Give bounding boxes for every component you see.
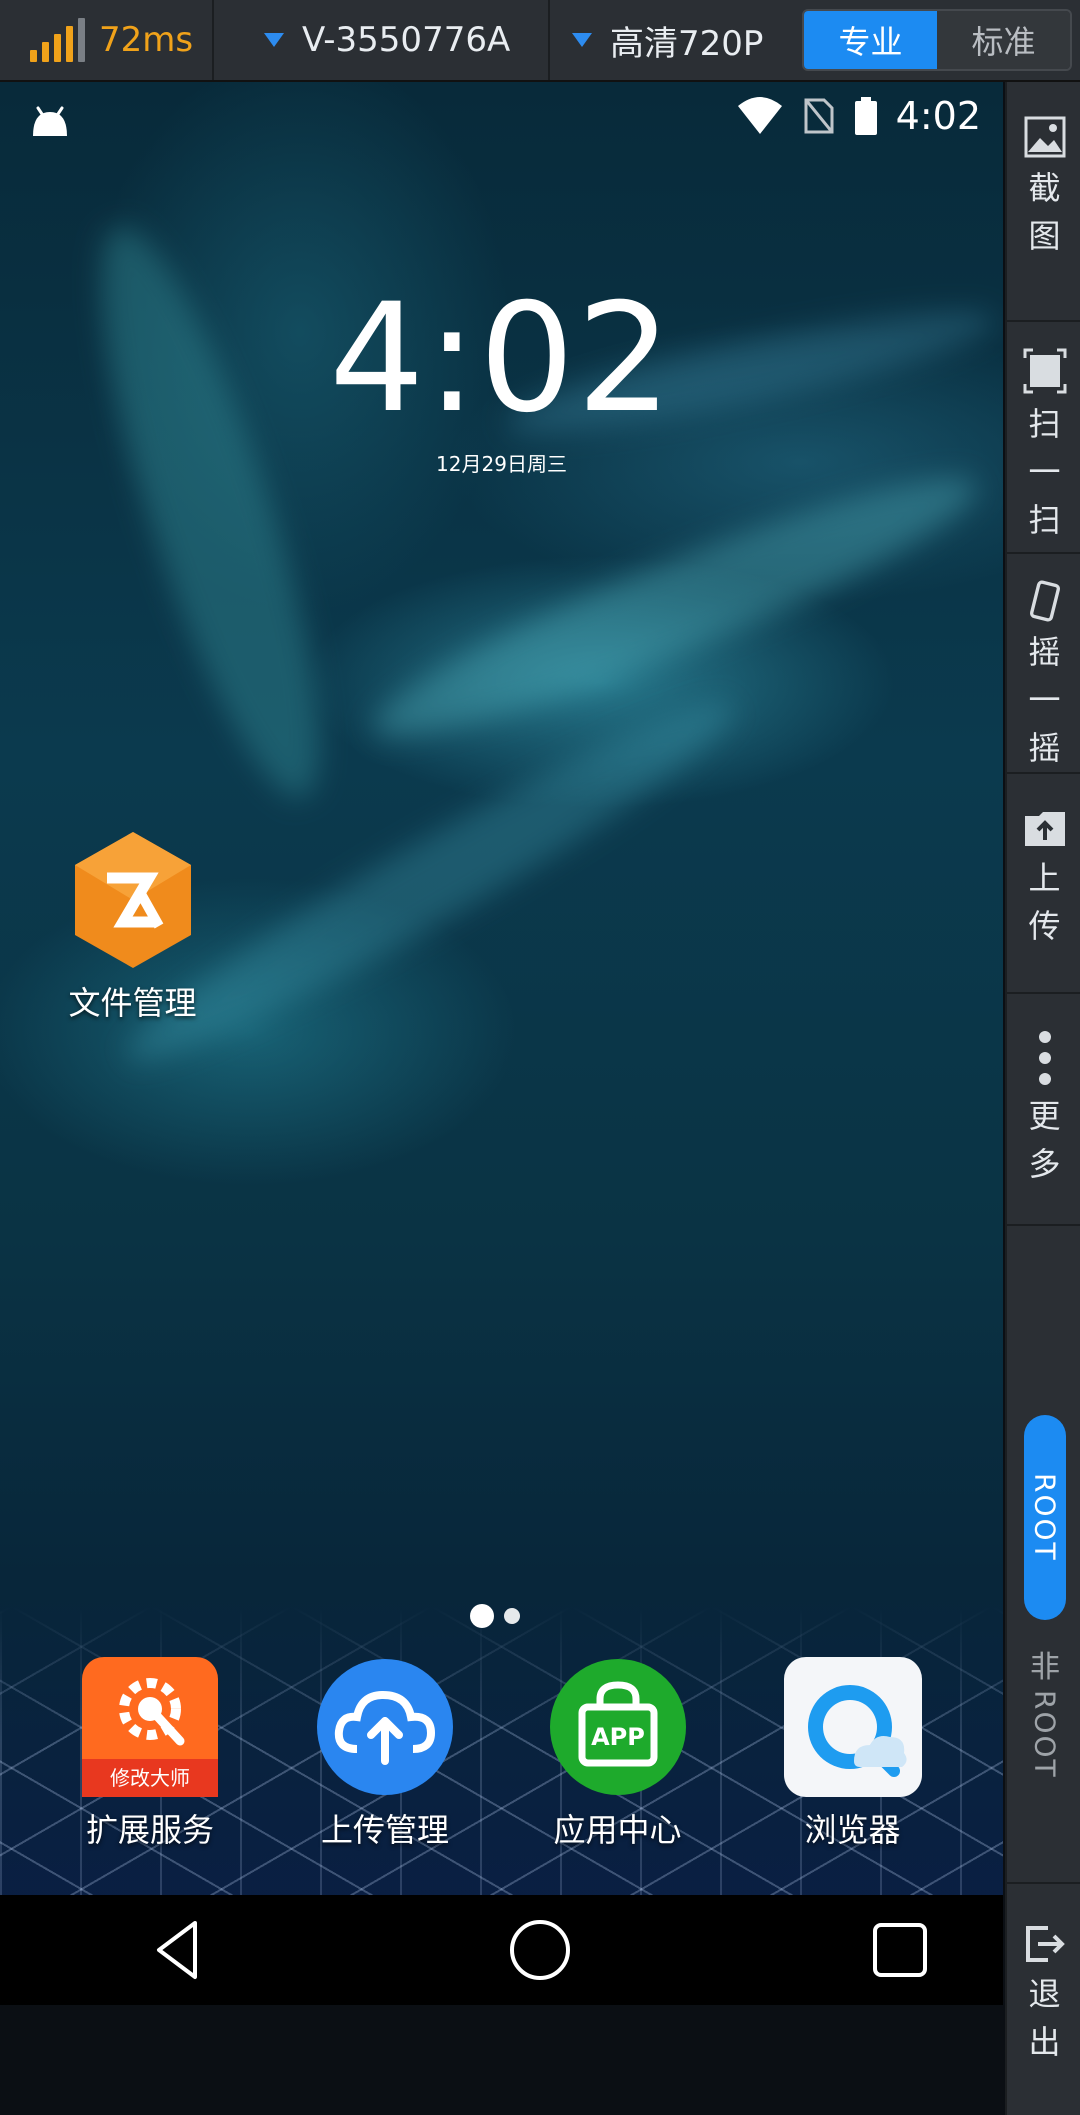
badge-text: 修改大师 [110, 1766, 190, 1790]
recents-icon[interactable] [865, 1915, 935, 1985]
screenshot-button[interactable]: 截图 [1007, 82, 1080, 322]
sidebar-label: 扫一扫 [1028, 405, 1061, 539]
shake-icon [1029, 580, 1060, 622]
root-on-label: ROOT [1028, 1473, 1062, 1562]
mode-standard-button[interactable]: 标准 [937, 11, 1070, 69]
more-icon [1038, 1031, 1051, 1085]
latency-value: 72ms [99, 20, 194, 60]
device-selector[interactable]: V-3550776A [214, 0, 550, 80]
app-browser[interactable]: 浏览器 [760, 1657, 945, 1851]
file-manager-icon [74, 832, 191, 968]
wifi-icon [737, 97, 782, 134]
mode-toggle: 专业 标准 [802, 9, 1072, 71]
upload-manager-icon [317, 1659, 453, 1795]
app-label: 上传管理 [320, 1811, 449, 1849]
extension-service-icon: 修改大师 [82, 1657, 218, 1797]
top-toolbar: 72ms V-3550776A 高清720P 专业 标准 [0, 0, 1080, 82]
right-sidebar: 截图 扫一扫 摇一摇 上传 更多 ROOT 非 ROOT 退出 [1005, 82, 1080, 2115]
quality-selector[interactable]: 高清720P [550, 0, 790, 80]
upload-button[interactable]: 上传 [1007, 774, 1080, 994]
page-dot-active [470, 1604, 494, 1628]
sidebar-label: 上传 [1028, 859, 1061, 945]
status-time: 4:02 [895, 94, 981, 138]
app-center-icon: APP [549, 1659, 686, 1795]
quality-value: 高清720P [610, 23, 764, 64]
root-toggle-on[interactable]: ROOT [1024, 1415, 1066, 1620]
exit-button[interactable]: 退出 [1007, 1882, 1080, 2115]
more-button[interactable]: 更多 [1007, 994, 1080, 1226]
badge-text: APP [591, 1723, 645, 1751]
scan-button[interactable]: 扫一扫 [1007, 322, 1080, 554]
status-bar: 4:02 [0, 82, 1003, 154]
page-indicator [470, 1604, 520, 1628]
phone-screen[interactable]: 4:02 4:02 12月29日周三 文件管理 修改大师 扩展服务 上传管理 A… [0, 82, 1003, 2005]
dropdown-arrow-icon [572, 33, 592, 47]
browser-icon [783, 1657, 922, 1797]
no-sim-icon [804, 98, 834, 134]
root-toggle-off[interactable]: 非 ROOT [1024, 1642, 1066, 1892]
app-label: 应用中心 [553, 1811, 682, 1849]
home-icon[interactable] [505, 1915, 575, 1985]
shake-button[interactable]: 摇一摇 [1007, 554, 1080, 774]
app-label: 文件管理 [68, 984, 197, 1022]
sidebar-label: 退出 [1028, 1975, 1061, 2061]
signal-bars-icon [30, 18, 85, 62]
app-upload-manager[interactable]: 上传管理 [290, 1657, 480, 1851]
app-label: 浏览器 [804, 1811, 901, 1849]
dropdown-arrow-icon [264, 33, 284, 47]
app-label: 扩展服务 [85, 1811, 214, 1849]
app-file-manager[interactable]: 文件管理 [40, 830, 225, 1024]
root-off-prefix: 非 [1030, 1650, 1060, 1685]
network-latency: 72ms [0, 0, 214, 80]
scan-icon [1023, 348, 1066, 394]
upload-icon [1024, 812, 1065, 846]
android-notification-icon [33, 106, 67, 136]
device-id: V-3550776A [302, 20, 511, 60]
app-extension-service[interactable]: 修改大师 扩展服务 [60, 1657, 240, 1851]
lock-date: 12月29日周三 [436, 452, 567, 476]
battery-icon [854, 97, 877, 135]
navigation-bar [0, 1895, 1003, 2005]
sidebar-label: 更多 [1028, 1097, 1061, 1183]
screenshot-icon [1024, 116, 1065, 158]
app-app-center[interactable]: APP 应用中心 [525, 1657, 710, 1851]
sidebar-label: 截图 [1028, 169, 1061, 255]
sidebar-label: 摇一摇 [1028, 633, 1061, 767]
root-off-label: ROOT [1028, 1690, 1062, 1779]
mode-pro-button[interactable]: 专业 [804, 11, 937, 69]
page-dot [504, 1608, 520, 1624]
exit-icon [1025, 1926, 1065, 1962]
lock-clock: 4:02 [329, 272, 674, 446]
back-icon[interactable] [145, 1915, 215, 1985]
